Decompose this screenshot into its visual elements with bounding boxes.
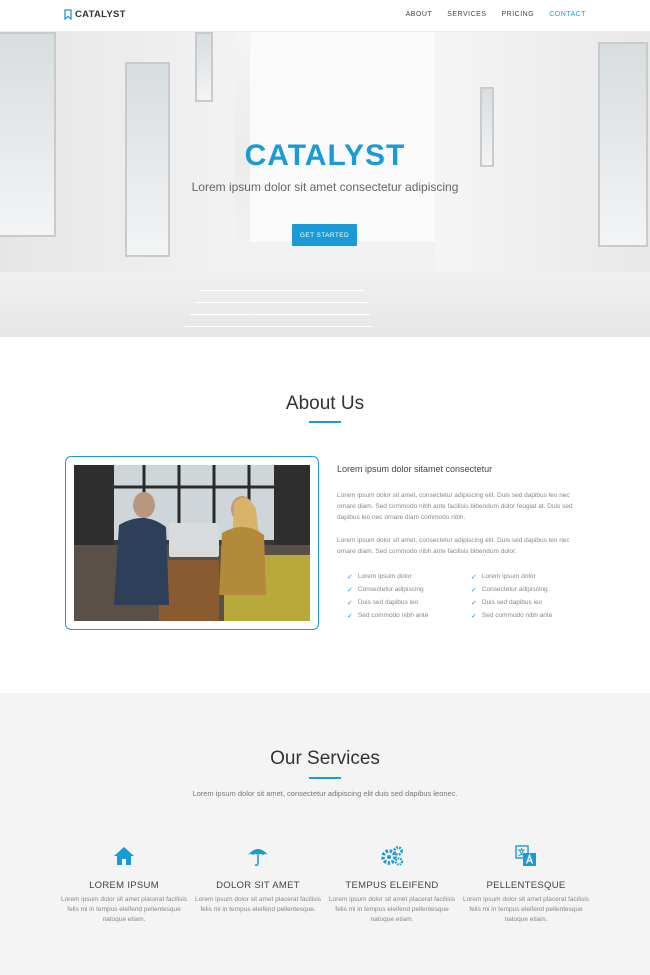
about-heading: Lorem ipsum dolor sitamet consectetur: [337, 464, 493, 474]
translate-icon: [515, 845, 536, 866]
brand-logo[interactable]: CATALYST: [64, 9, 126, 20]
umbrella-icon: [248, 849, 268, 867]
landing-page: CATALYST ABOUT SERVICES PRICING CONTACT …: [0, 0, 650, 975]
check-icon: ✓: [347, 586, 353, 594]
list-item-label: Sed commodo nibh ante: [357, 612, 429, 619]
feature-list-left: ✓ Lorem ipsum dolor ✓ Consectetur adipisci…: [347, 572, 428, 620]
hero-bg-step: [195, 302, 367, 303]
top-nav: CATALYST ABOUT SERVICES PRICING CONTACT: [0, 0, 650, 32]
service-card-text: Lorem ipsum dolor sit amet placerat faci…: [60, 896, 188, 923]
hero-bg-step: [190, 314, 370, 315]
bookmark-icon: [64, 9, 72, 20]
list-item: ✓ Lorem ipsum dolor: [347, 572, 428, 581]
check-icon: ✓: [471, 599, 477, 607]
service-card: TEMPUS ELEIFEND Lorem ipsum dolor sit am…: [327, 845, 457, 925]
service-card-title: PELLENTESQUE: [486, 880, 566, 891]
list-item-label: Duis sed dapibus leo: [481, 599, 543, 606]
check-icon: ✓: [471, 573, 477, 581]
service-card-text: Lorem ipsum dolor sit amet placerat faci…: [462, 896, 590, 923]
list-item: ✓ Sed commodo nibh ante: [471, 611, 552, 620]
hero-subtitle: Lorem ipsum dolor sit amet consectetur a…: [191, 180, 459, 194]
list-item-label: Sed commodo nibh ante: [481, 612, 553, 619]
nav-item-contact[interactable]: CONTACT: [549, 11, 586, 18]
hero-bg-window: [0, 32, 56, 237]
service-card-title: TEMPUS ELEIFEND: [345, 880, 439, 891]
hero-bg-floor: [0, 272, 650, 337]
list-item: ✓ Duis sed dapibus leo: [347, 598, 428, 607]
about-title-underline: [309, 421, 341, 423]
list-item: ✓ Lorem ipsum dolor: [471, 572, 552, 581]
list-item: ✓ Consectetur adipiscing: [347, 585, 428, 594]
nav-menu: ABOUT SERVICES PRICING CONTACT: [406, 11, 586, 18]
service-card-text: Lorem ipsum dolor sit amet placerat faci…: [194, 896, 322, 913]
home-icon: [114, 847, 134, 865]
nav-item-pricing[interactable]: PRICING: [502, 11, 535, 18]
hero-banner: CATALYST Lorem ipsum dolor sit amet cons…: [0, 32, 650, 337]
services-description: Lorem ipsum dolor sit amet, consectetur …: [192, 789, 458, 798]
list-item: ✓ Duis sed dapibus leo: [471, 598, 552, 607]
service-card: DOLOR SIT AMET Lorem ipsum dolor sit ame…: [193, 845, 323, 915]
list-item: ✓ Consectetur adipiscing: [471, 585, 552, 594]
hero-bg-window: [195, 32, 213, 102]
about-paragraph-2: Lorem ipsum dolor sit amet, consectetur …: [337, 537, 570, 555]
service-card-title: LOREM IPSUM: [89, 880, 159, 891]
service-card-text: Lorem ipsum dolor sit amet placerat faci…: [328, 896, 456, 923]
services-section: [0, 693, 650, 975]
check-icon: ✓: [471, 612, 477, 620]
about-paragraph-1: Lorem ipsum dolor sit amet, consectetur …: [337, 492, 573, 521]
about-title: About Us: [285, 393, 365, 414]
get-started-button[interactable]: GET STARTED: [292, 224, 357, 246]
nav-item-services[interactable]: SERVICES: [447, 11, 486, 18]
check-icon: ✓: [347, 573, 353, 581]
list-item-label: Consectetur adipiscing: [357, 586, 424, 593]
services-title-underline: [309, 777, 341, 779]
services-title: Our Services: [270, 748, 380, 769]
feature-list-right: ✓ Lorem ipsum dolor ✓ Consectetur adipisci…: [471, 572, 552, 620]
hero-bg-corridor: [250, 32, 435, 242]
list-item-label: Lorem ipsum dolor: [357, 573, 412, 580]
meeting-photo-image: [74, 465, 310, 621]
service-card-title: DOLOR SIT AMET: [216, 880, 300, 891]
list-item: ✓ Sed commodo nibh ante: [347, 611, 428, 620]
brand-name: CATALYST: [75, 9, 126, 20]
list-item-label: Lorem ipsum dolor: [481, 573, 536, 580]
gears-icon: [381, 846, 404, 866]
hero-bg-step: [185, 326, 373, 327]
check-icon: ✓: [347, 612, 353, 620]
hero-bg-step: [200, 290, 365, 291]
meeting-photo: [74, 465, 310, 621]
service-card: PELLENTESQUE Lorem ipsum dolor sit amet …: [461, 845, 591, 925]
check-icon: ✓: [347, 599, 353, 607]
list-item-label: Duis sed dapibus leo: [357, 599, 419, 606]
hero-title: CATALYST: [244, 139, 406, 172]
service-card: LOREM IPSUM Lorem ipsum dolor sit amet p…: [59, 845, 189, 925]
list-item-label: Consectetur adipiscing: [481, 586, 548, 593]
about-photo-frame: [65, 456, 319, 630]
check-icon: ✓: [471, 586, 477, 594]
nav-item-about[interactable]: ABOUT: [406, 11, 433, 18]
